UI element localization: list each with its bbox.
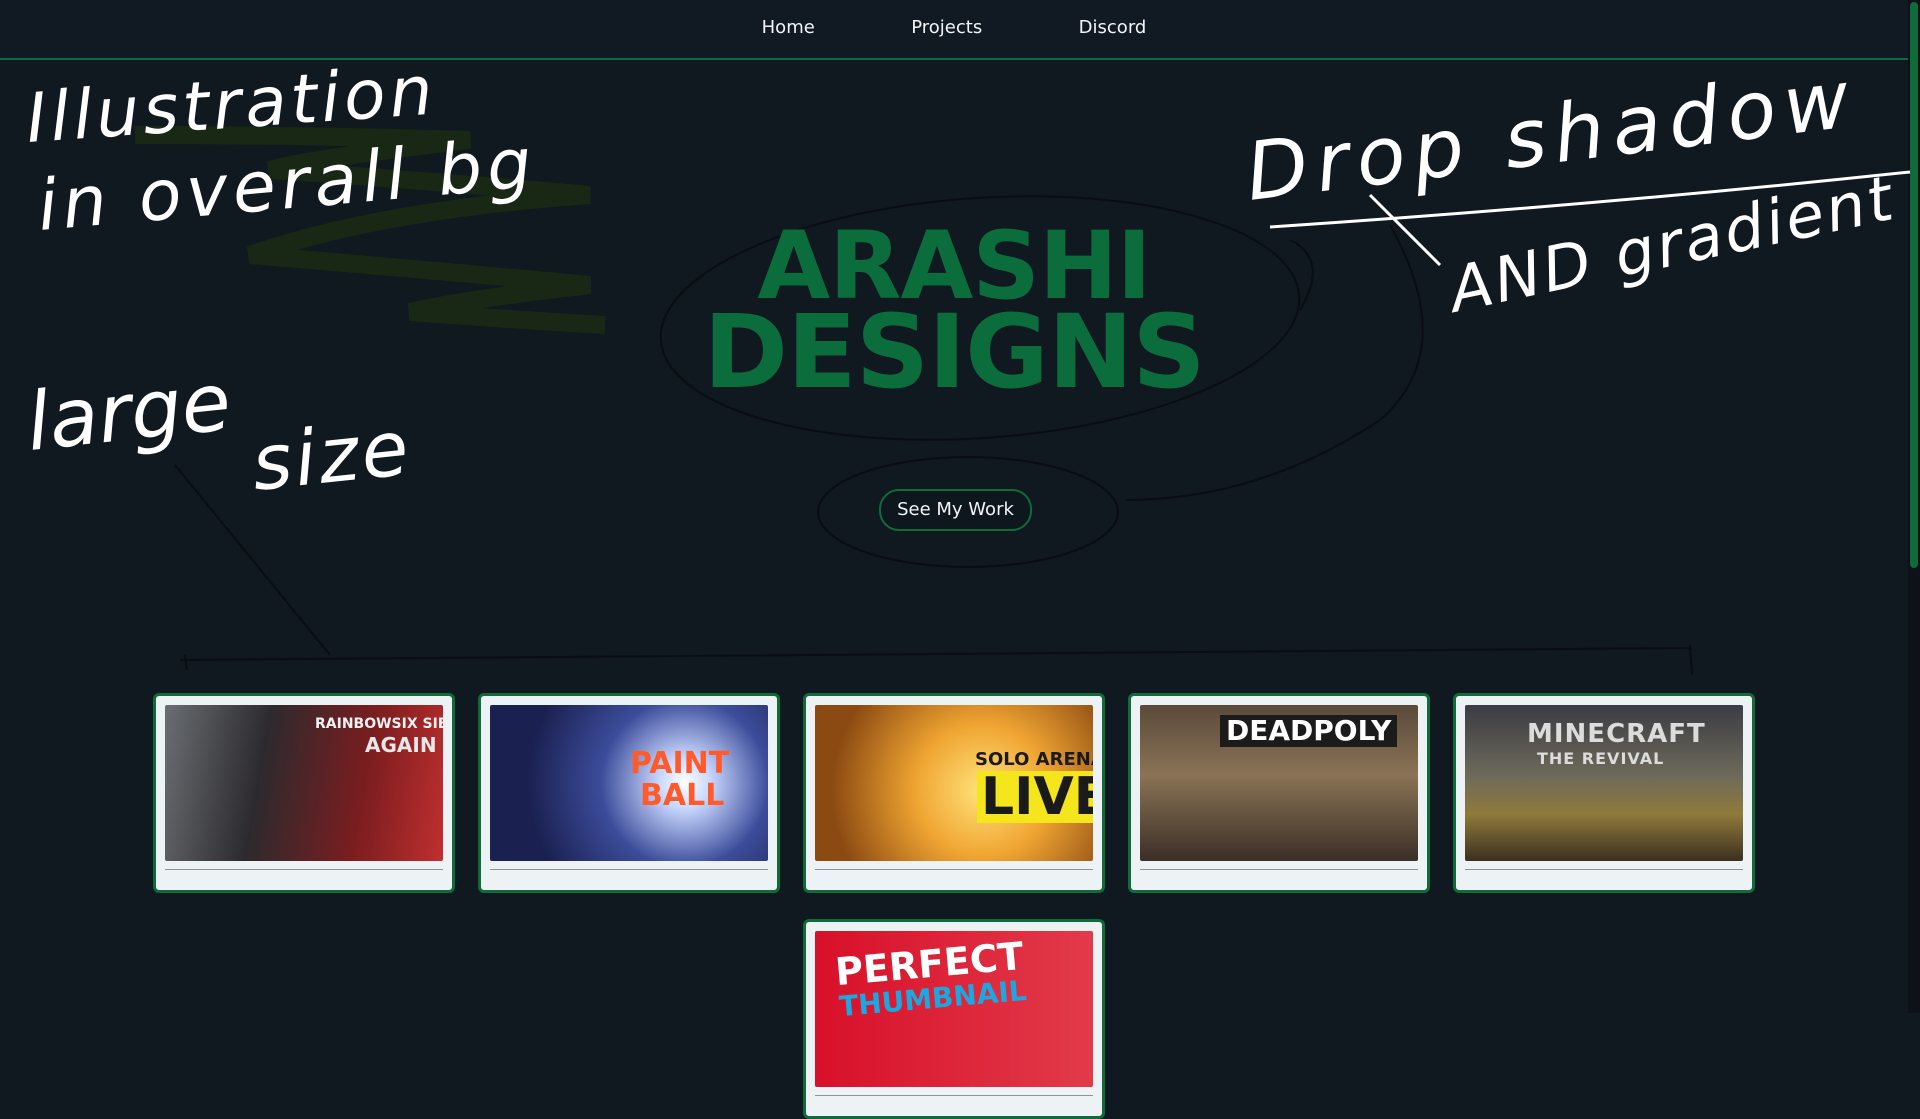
project-thumbnail: RAINBOWSIX SIEGE AGAIN (165, 705, 443, 861)
nav-links: Home Projects Discord (0, 17, 1908, 38)
thumbnail-subtitle: AGAIN (365, 733, 437, 757)
thumbnail-subtitle: LIVE (977, 771, 1093, 823)
project-thumbnail: SOLO ARENA LIVE (815, 705, 1093, 861)
thumbnail-title: DEADPOLY (1220, 715, 1398, 747)
thumbnail-title: PAINT (630, 746, 730, 781)
thumbnail-title: RAINBOWSIX SIEGE (315, 716, 443, 732)
see-my-work-button[interactable]: See My Work (879, 489, 1032, 531)
card-divider (1465, 869, 1743, 870)
project-card-perfect-thumbnail[interactable]: PERFECT THUMBNAIL (803, 919, 1105, 1119)
project-thumbnail: PAINT BALL (490, 705, 768, 861)
card-divider (815, 869, 1093, 870)
hero-title-line2: DESIGNS (703, 293, 1205, 412)
card-divider (1140, 869, 1418, 870)
annotation-illustration-line1: Illustration (24, 51, 439, 158)
thumbnail-subtitle: BALL (640, 778, 725, 813)
annotation-dropshadow-line1: Drop shadow (1241, 52, 1862, 219)
project-card-minecraft[interactable]: MINECRAFT THE REVIVAL (1453, 693, 1755, 893)
thumbnail-title: MINECRAFT (1527, 719, 1706, 749)
project-thumbnail: MINECRAFT THE REVIVAL (1465, 705, 1743, 861)
thumbnail-subtitle: THE REVIVAL (1537, 749, 1665, 768)
card-divider (165, 869, 443, 870)
scrollbar-thumb[interactable] (1910, 2, 1918, 568)
card-divider (490, 869, 768, 870)
card-divider (815, 1095, 1093, 1096)
nav-home-link[interactable]: Home (762, 17, 815, 38)
annotation-large-line2: size (248, 403, 416, 508)
nav-projects-link[interactable]: Projects (911, 17, 982, 38)
top-navbar: Home Projects Discord (0, 0, 1908, 60)
project-card-paintball[interactable]: PAINT BALL (478, 693, 780, 893)
project-card-rainbow-six[interactable]: RAINBOWSIX SIEGE AGAIN (153, 693, 455, 893)
project-card-deadpoly[interactable]: DEADPOLY (1128, 693, 1430, 893)
project-thumbnail: DEADPOLY (1140, 705, 1418, 861)
project-card-solo-arena[interactable]: SOLO ARENA LIVE (803, 693, 1105, 893)
page-scrollbar[interactable] (1908, 0, 1920, 1013)
nav-discord-link[interactable]: Discord (1079, 17, 1147, 38)
project-thumbnail: PERFECT THUMBNAIL (815, 931, 1093, 1087)
